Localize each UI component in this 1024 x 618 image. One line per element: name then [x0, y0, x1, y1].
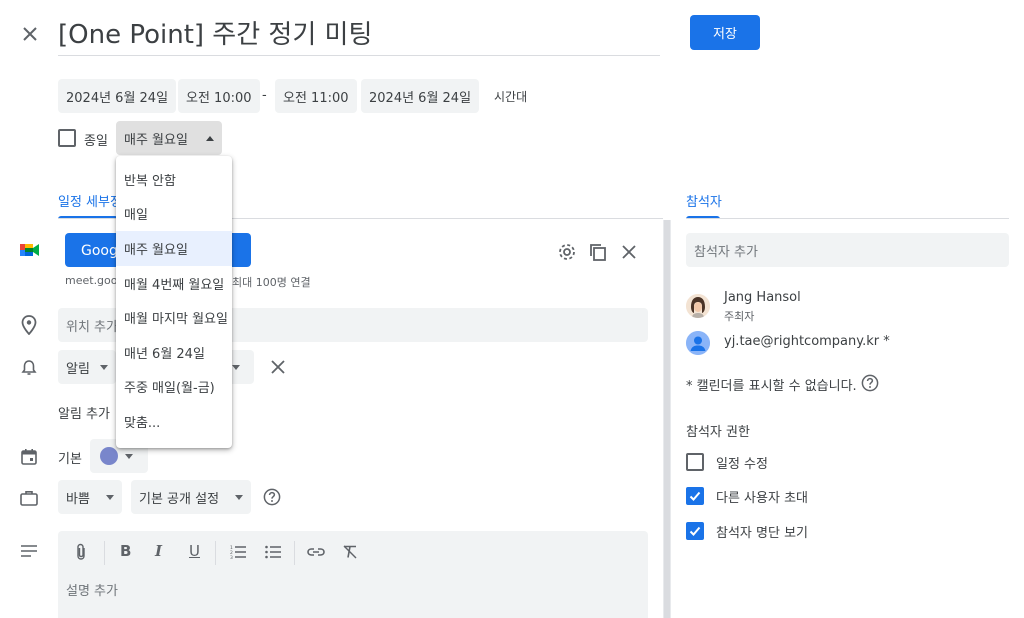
recurrence-option-selected[interactable]: 매주 월요일: [116, 231, 232, 266]
underline-icon[interactable]: U: [189, 542, 200, 560]
notification-type-select[interactable]: 알림: [58, 350, 116, 384]
description-icon: [21, 545, 37, 557]
avatar: [686, 294, 710, 318]
google-meet-icon: [20, 242, 40, 258]
save-button[interactable]: 저장: [690, 15, 760, 50]
recurrence-option[interactable]: 매일: [116, 197, 232, 232]
numbered-list-icon[interactable]: 123: [230, 545, 246, 559]
tabs-divider-right: [686, 218, 1009, 219]
calendar-notice: * 캘린더를 표시할 수 없습니다.: [686, 379, 857, 394]
recurrence-select[interactable]: 매주 월요일: [116, 121, 222, 155]
all-day-label: 종일: [84, 134, 108, 149]
help-icon[interactable]: [263, 488, 281, 506]
permission-modify-event-checkbox[interactable]: [686, 453, 704, 471]
availability-label: 바쁨: [66, 491, 90, 507]
bulleted-list-icon[interactable]: [265, 545, 281, 559]
timezone-link[interactable]: 시간대: [494, 88, 527, 105]
remove-meet-icon[interactable]: [620, 243, 638, 261]
bold-icon[interactable]: B: [120, 542, 131, 560]
tab-guests[interactable]: 참석자: [686, 191, 722, 210]
guest-permissions-title: 참석자 권한: [686, 425, 750, 440]
permission-label: 다른 사용자 초대: [716, 491, 808, 506]
guest-role: 주최자: [724, 310, 755, 323]
availability-select[interactable]: 바쁨: [58, 480, 122, 514]
guest-name[interactable]: yj.tae@rightcompany.kr *: [724, 334, 890, 349]
toolbar-separator: [104, 541, 105, 565]
calendar-icon: [21, 448, 37, 465]
start-time-chip[interactable]: 오전 10:00: [178, 79, 260, 113]
add-notification-link[interactable]: 알림 추가: [58, 403, 110, 422]
location-placeholder: 위치 추가: [66, 319, 118, 335]
recurrence-option[interactable]: 매년 6월 24일: [116, 335, 232, 370]
italic-icon[interactable]: I: [155, 542, 162, 560]
location-pin-icon: [21, 315, 37, 335]
visibility-label: 기본 공개 설정: [139, 491, 220, 507]
bell-icon: [21, 359, 37, 377]
add-guests-input[interactable]: 참석자 추가: [686, 233, 1009, 267]
time-separator: -: [262, 88, 267, 103]
recurrence-option[interactable]: 매월 마지막 월요일: [116, 300, 232, 335]
all-day-checkbox[interactable]: [58, 129, 76, 147]
add-guests-placeholder: 참석자 추가: [694, 244, 758, 260]
title-underline: [58, 55, 660, 56]
calendar-label: 기본: [58, 452, 82, 467]
start-date-chip[interactable]: 2024년 6월 24일: [58, 79, 177, 113]
permission-label: 참석자 명단 보기: [716, 526, 808, 541]
scrollbar-thumb[interactable]: [664, 220, 670, 618]
svg-text:3: 3: [230, 555, 233, 559]
chevron-down-icon: [125, 453, 133, 459]
meet-capacity: 최대 100명 연결: [232, 276, 311, 289]
close-icon[interactable]: [20, 24, 40, 44]
chevron-down-icon: [232, 364, 240, 370]
chevron-down-icon: [99, 364, 108, 370]
recurrence-selected-label: 매주 월요일: [124, 132, 188, 148]
recurrence-option[interactable]: 매월 4번째 월요일: [116, 266, 232, 301]
gear-icon[interactable]: [557, 242, 577, 262]
recurrence-option[interactable]: 반복 안함: [116, 162, 232, 197]
notification-type-label: 알림: [66, 361, 90, 377]
event-title-input[interactable]: [One Point] 주간 정기 미팅: [58, 14, 372, 51]
toolbar-separator: [215, 541, 216, 565]
attachment-icon[interactable]: [76, 543, 88, 561]
caret-up-icon: [205, 135, 214, 141]
description-placeholder: 설명 추가: [66, 584, 118, 599]
recurrence-option[interactable]: 맞춤...: [116, 404, 232, 439]
permission-invite-others-checkbox[interactable]: [686, 487, 704, 505]
chevron-down-icon: [105, 494, 114, 500]
permission-label: 일정 수정: [716, 457, 768, 472]
calendar-color-swatch: [100, 447, 118, 465]
clear-formatting-icon[interactable]: [342, 545, 358, 559]
guest-name[interactable]: Jang Hansol: [724, 290, 801, 305]
chevron-down-icon: [235, 494, 244, 500]
remove-notification-icon[interactable]: [270, 359, 286, 375]
end-date-chip[interactable]: 2024년 6월 24일: [361, 79, 480, 113]
end-time-chip[interactable]: 오전 11:00: [275, 79, 357, 113]
visibility-select[interactable]: 기본 공개 설정: [131, 480, 252, 514]
copy-icon[interactable]: [588, 242, 608, 262]
toolbar-separator: [294, 541, 295, 565]
help-icon[interactable]: [861, 374, 879, 392]
recurrence-option[interactable]: 주중 매일(월-금): [116, 370, 232, 405]
briefcase-icon: [20, 490, 38, 506]
permission-see-guest-list-checkbox[interactable]: [686, 522, 704, 540]
link-icon[interactable]: [307, 547, 325, 557]
avatar: [686, 331, 710, 355]
recurrence-dropdown-menu: 반복 안함 매일 매주 월요일 매월 4번째 월요일 매월 마지막 월요일 매년…: [116, 156, 232, 448]
